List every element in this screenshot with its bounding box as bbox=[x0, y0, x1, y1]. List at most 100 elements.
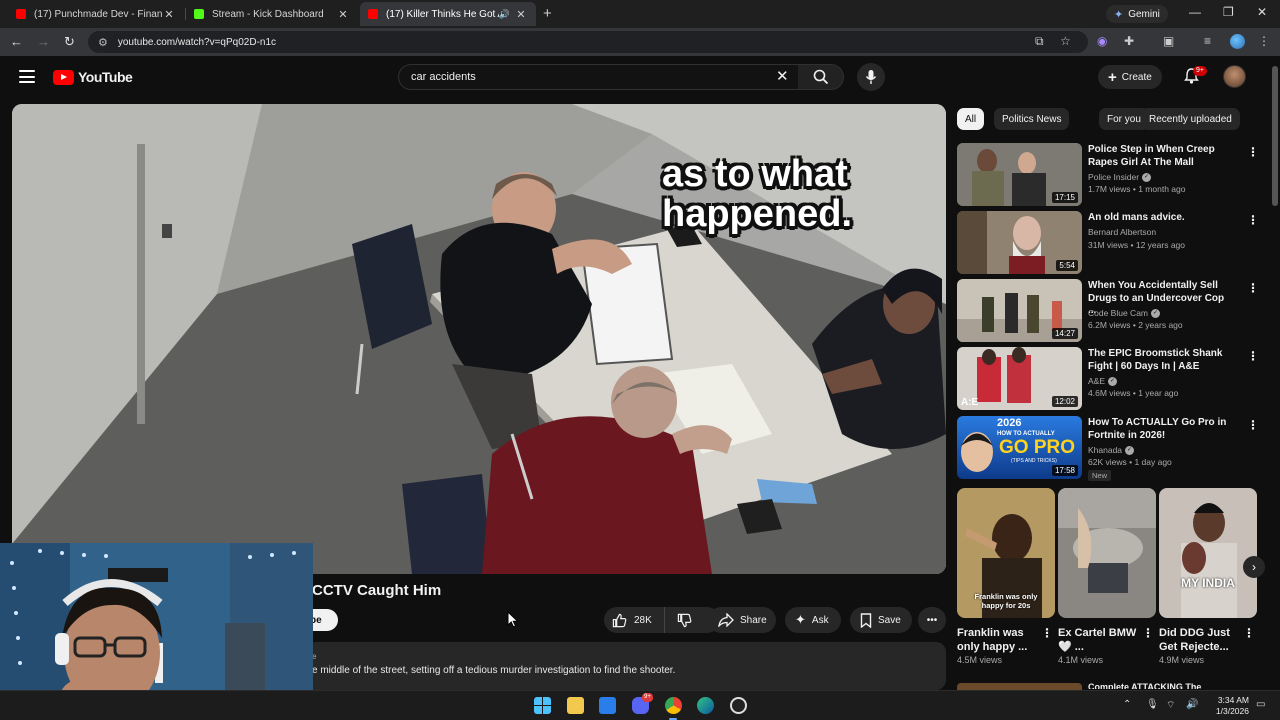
search-input[interactable]: car accidents bbox=[398, 64, 800, 90]
chip-recently-uploaded[interactable]: Recently uploaded bbox=[1141, 108, 1240, 130]
search-button[interactable] bbox=[798, 64, 844, 90]
recommendation-item[interactable]: 14:27 When You Accidentally Sell Drugs t… bbox=[957, 279, 1259, 343]
minimize-button[interactable]: — bbox=[1189, 5, 1201, 19]
scrollbar-thumb[interactable] bbox=[1272, 66, 1278, 206]
more-actions-button[interactable]: ••• bbox=[918, 607, 946, 633]
browser-toolbar: ← → ↻ ⚙ youtube.com/watch?v=qPq02D-n1c ⧉… bbox=[0, 28, 1280, 56]
chip-all[interactable]: All bbox=[957, 108, 985, 130]
media-control-icon[interactable]: ≡ bbox=[1204, 34, 1211, 48]
tab-close-icon[interactable]: ✕ bbox=[162, 8, 176, 21]
kebab-menu-icon[interactable]: ⋮ bbox=[1142, 626, 1154, 640]
channel-name[interactable]: Code Blue Cam ✓ bbox=[1088, 308, 1161, 318]
channel-name[interactable]: A&E ✓ bbox=[1088, 376, 1118, 386]
browser-tab-kick[interactable]: Stream - Kick Dashboard ✕ bbox=[186, 2, 358, 26]
channel-name[interactable]: Police Insider ✓ bbox=[1088, 172, 1152, 182]
video-thumbnail[interactable]: 17:15 bbox=[957, 143, 1082, 206]
search-clear-icon[interactable]: ✕ bbox=[776, 67, 789, 85]
tab-close-icon[interactable]: ✕ bbox=[514, 8, 528, 21]
recommendation-item-partial[interactable]: Complete ATTACKING The bbox=[957, 682, 1257, 690]
gemini-button[interactable]: ✦ Gemini bbox=[1106, 5, 1168, 23]
microsoft-store-icon[interactable] bbox=[599, 697, 616, 714]
video-title[interactable]: Complete ATTACKING The bbox=[1088, 682, 1238, 689]
short-thumbnail[interactable]: MY INDIA bbox=[1159, 488, 1257, 618]
short-views: 4.9M views bbox=[1159, 655, 1205, 665]
kebab-menu-icon[interactable]: ⋮ bbox=[1243, 626, 1255, 640]
video-title[interactable]: An old mans advice. bbox=[1088, 212, 1233, 225]
tray-expand-icon[interactable]: ⌃ bbox=[1123, 699, 1131, 710]
notification-center-icon[interactable]: ▭ bbox=[1256, 699, 1265, 710]
edge-icon[interactable] bbox=[697, 697, 714, 714]
video-thumbnail[interactable]: 14:27 bbox=[957, 279, 1082, 342]
kebab-menu-icon[interactable]: ⋮ bbox=[1247, 145, 1259, 159]
maximize-button[interactable]: ❐ bbox=[1223, 5, 1234, 19]
browser-tab-punchmade[interactable]: (17) Punchmade Dev - Financia ✕ bbox=[8, 2, 184, 26]
windows-start-icon[interactable] bbox=[534, 697, 551, 714]
recommendation-item[interactable]: 17:15 Police Step in When Creep Rapes Gi… bbox=[957, 143, 1259, 207]
create-button[interactable]: + Create bbox=[1098, 65, 1162, 89]
address-bar[interactable]: ⚙ youtube.com/watch?v=qPq02D-n1c bbox=[88, 31, 1088, 53]
save-button[interactable]: Save bbox=[850, 607, 912, 633]
bookmark-star-icon[interactable]: ☆ bbox=[1060, 34, 1071, 48]
video-thumbnail[interactable]: A:E 12:02 bbox=[957, 347, 1082, 410]
video-title[interactable]: The EPIC Broomstick Shank Fight | 60 Day… bbox=[1088, 348, 1233, 373]
install-app-icon[interactable]: ⧉ bbox=[1035, 34, 1044, 49]
kebab-menu-icon[interactable]: ⋮ bbox=[1041, 626, 1053, 640]
system-clock[interactable]: 3:34 AM 1/3/2026 bbox=[1205, 695, 1249, 717]
close-window-button[interactable]: ✕ bbox=[1257, 5, 1267, 19]
thumbnail-tips-text: (TIPS AND TRICKS) bbox=[1011, 458, 1057, 464]
short-title[interactable]: Ex Cartel BMW 🤍 ... bbox=[1058, 626, 1138, 654]
chip-politics-news[interactable]: Politics News bbox=[994, 108, 1070, 130]
site-info-icon[interactable]: ⚙ bbox=[98, 36, 108, 49]
short-thumbnail[interactable] bbox=[1058, 488, 1156, 618]
short-title[interactable]: Franklin was only happy ... bbox=[957, 626, 1037, 654]
ask-button[interactable]: ✦ Ask bbox=[785, 607, 841, 633]
video-thumbnail[interactable]: 2026 HOW TO ACTUALLY GO PRO (TIPS AND TR… bbox=[957, 416, 1082, 479]
dislike-button[interactable] bbox=[665, 607, 704, 633]
recommendation-item[interactable]: A:E 12:02 The EPIC Broomstick Shank Figh… bbox=[957, 347, 1259, 411]
volume-icon[interactable]: 🔊 bbox=[1186, 699, 1198, 710]
short-thumbnail[interactable]: Franklin was only happy for 20s bbox=[957, 488, 1055, 618]
back-arrow-icon[interactable]: ← bbox=[10, 34, 23, 49]
extensions-puzzle-icon[interactable]: ✚ bbox=[1124, 34, 1134, 48]
tab-close-icon[interactable]: ✕ bbox=[336, 8, 350, 21]
share-button[interactable]: Share bbox=[708, 607, 776, 633]
speaker-icon[interactable]: 🔊 bbox=[499, 9, 510, 20]
voice-search-button[interactable] bbox=[857, 63, 885, 91]
account-avatar[interactable] bbox=[1223, 65, 1246, 88]
video-thumbnail[interactable] bbox=[957, 683, 1082, 690]
browser-tab-killer-active[interactable]: (17) Killer Thinks He Got Aw 🔊 ✕ bbox=[360, 2, 536, 26]
browser-menu-icon[interactable]: ⋮ bbox=[1258, 34, 1270, 48]
shorts-next-arrow-icon[interactable]: › bbox=[1243, 556, 1265, 578]
menu-hamburger-icon[interactable] bbox=[19, 70, 35, 83]
youtube-logo[interactable]: YouTube bbox=[53, 69, 133, 85]
kebab-menu-icon[interactable]: ⋮ bbox=[1247, 349, 1259, 363]
kebab-menu-icon[interactable]: ⋮ bbox=[1247, 418, 1259, 432]
chrome-icon[interactable] bbox=[665, 697, 682, 714]
forward-arrow-icon[interactable]: → bbox=[37, 34, 50, 49]
obs-icon[interactable] bbox=[730, 697, 747, 714]
like-button[interactable]: 28K bbox=[604, 607, 665, 633]
short-title[interactable]: Did DDG Just Get Rejecte... bbox=[1159, 626, 1239, 654]
recommendation-item[interactable]: 5:54 An old mans advice. Bernard Alberts… bbox=[957, 211, 1259, 275]
video-thumbnail[interactable]: 5:54 bbox=[957, 211, 1082, 274]
channel-name[interactable]: Khanada ✓ bbox=[1088, 445, 1135, 455]
video-title[interactable]: How To ACTUALLY Go Pro in Fortnite in 20… bbox=[1088, 417, 1233, 442]
reload-icon[interactable]: ↻ bbox=[64, 34, 75, 50]
video-title[interactable]: Police Step in When Creep Rapes Girl At … bbox=[1088, 144, 1233, 169]
video-duration: 12:02 bbox=[1051, 396, 1078, 407]
kebab-menu-icon[interactable]: ⋮ bbox=[1247, 213, 1259, 227]
wifi-icon[interactable]: ⌔ bbox=[1166, 699, 1175, 712]
video-player[interactable]: as to what happened. bbox=[12, 104, 946, 574]
tray-mic-icon[interactable]: 🎙 bbox=[1146, 699, 1159, 710]
recommendation-item[interactable]: 2026 HOW TO ACTUALLY GO PRO (TIPS AND TR… bbox=[957, 416, 1259, 481]
channel-name[interactable]: Bernard Albertson bbox=[1088, 227, 1156, 237]
new-tab-button[interactable]: + bbox=[543, 5, 552, 22]
save-label: Save bbox=[878, 614, 901, 626]
extension-icon[interactable]: ◉ bbox=[1097, 34, 1107, 48]
kebab-menu-icon[interactable]: ⋮ bbox=[1247, 281, 1259, 295]
page-scrollbar[interactable] bbox=[1270, 56, 1280, 690]
windows-taskbar: 9+ ⌃ 🎙 ⌔ 🔊 3:34 AM 1/3/2026 ▭ bbox=[0, 690, 1280, 720]
file-explorer-icon[interactable] bbox=[567, 697, 584, 714]
browser-profile-avatar[interactable] bbox=[1230, 34, 1245, 49]
split-view-icon[interactable]: ▣ bbox=[1163, 34, 1174, 48]
